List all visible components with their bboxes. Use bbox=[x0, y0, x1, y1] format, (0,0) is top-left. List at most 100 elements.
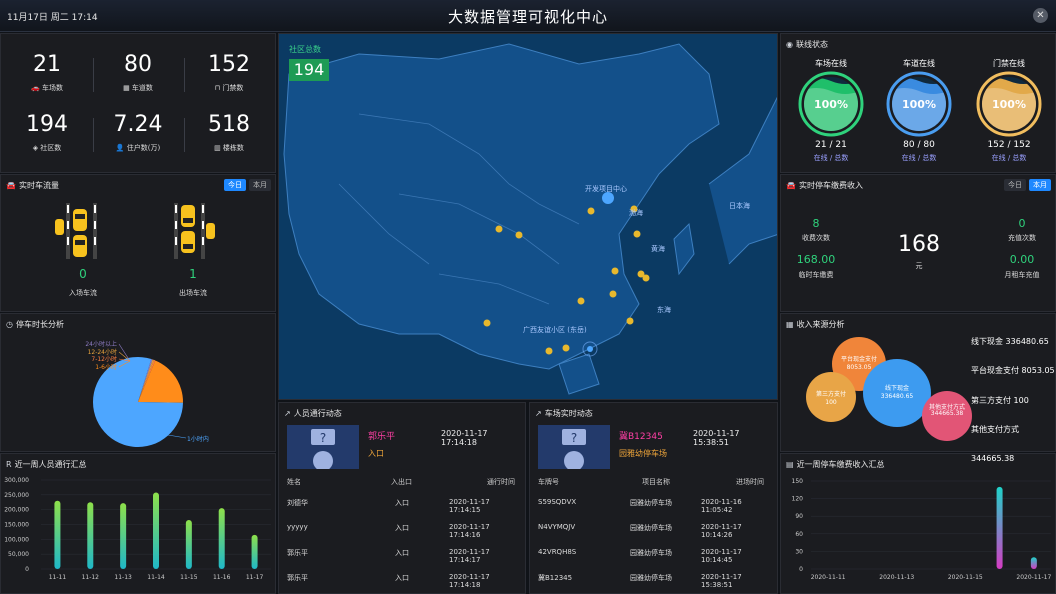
bar[interactable] bbox=[1030, 557, 1037, 569]
bubble-value: 344665.38 bbox=[931, 410, 964, 417]
map-community-dot[interactable] bbox=[495, 225, 503, 233]
cell-time: 2020-11-16 11:05:42 bbox=[701, 498, 742, 514]
network-status-panel: ◉ 联线状态 车场在线 车道在线 门禁在线 100% 100% 100% 21 / 2… bbox=[780, 33, 1056, 173]
duration-panel: ◷ 停车时长分析 24小时以上 12-24小时 7-12小时 1-6小时 1小时内 bbox=[0, 313, 276, 452]
cell-plate: 冀B12345 bbox=[538, 574, 573, 582]
people-feed-panel: ↗ 人员通行动态 ? 郭乐平 入口 2020-11-17 17:14:18 姓名 … bbox=[278, 402, 526, 594]
map-community-dot[interactable] bbox=[515, 231, 523, 239]
map-community-dot[interactable] bbox=[545, 347, 553, 355]
cell-time: 2020-11-17 10:14:45 bbox=[701, 548, 742, 564]
cell-time: 2020-11-17 17:14:17 bbox=[449, 548, 490, 564]
bar[interactable] bbox=[120, 503, 127, 569]
panel-title: ↗ 人员通行动态 bbox=[284, 408, 342, 419]
incoming-count: 0 bbox=[79, 267, 87, 281]
stat-label: 住户数(万) bbox=[126, 144, 161, 152]
column-header: 项目名称 bbox=[642, 478, 670, 486]
latest-plate: 冀B12345 bbox=[619, 432, 663, 442]
gauge-sub: 在线 / 总数 bbox=[813, 154, 849, 162]
map-label: 广西友谊小区 (东岳) bbox=[523, 326, 587, 334]
x-tick-label: 11-14 bbox=[147, 574, 165, 581]
column-header: 车牌号 bbox=[538, 478, 559, 486]
x-tick-label: 11-16 bbox=[213, 574, 231, 581]
map-community-dot[interactable] bbox=[642, 274, 650, 282]
panel-title: ↗ 车场实时动态 bbox=[535, 408, 593, 419]
column-header: 通行时间 bbox=[487, 478, 515, 486]
map-community-dot[interactable] bbox=[611, 267, 619, 275]
panel-title: 🚘 实时停车缴费收入 bbox=[786, 180, 863, 191]
x-tick-label: 2020-11-11 bbox=[811, 574, 846, 581]
parking-feed-panel: ↗ 车场实时动态 ? 冀B12345 园雅幼停车场 2020-11-17 15:3… bbox=[529, 402, 778, 594]
gauge-percent: 100% bbox=[814, 98, 848, 111]
tab-today[interactable]: 今日 bbox=[224, 179, 246, 191]
period-tabs: 今日 本月 bbox=[1004, 179, 1051, 191]
legend-value: 8053.05 bbox=[1021, 366, 1055, 375]
cell-name: 郭乐平 bbox=[287, 574, 308, 582]
weekly-people-panel: R 近一周人员通行汇总 300,000 250,000 200,000 150,000 1… bbox=[0, 453, 276, 594]
china-map[interactable]: 社区总数 194 开发项目中心 日本海 渤海 黄海 东海 广西友谊小区 (东岳) bbox=[278, 33, 778, 400]
stat-buildings: 518 ▥ 楼栋数 bbox=[185, 112, 273, 153]
panel-title: 🚘 实时车流量 bbox=[6, 180, 59, 191]
y-tick-label: 30 bbox=[795, 548, 803, 555]
x-tick-label: 2020-11-17 bbox=[1016, 574, 1051, 581]
cell-direction: 入口 bbox=[395, 524, 409, 532]
bar[interactable] bbox=[251, 534, 258, 569]
y-tick-label: 0 bbox=[25, 566, 29, 573]
x-tick-label: 11-13 bbox=[114, 574, 132, 581]
gauge-percent: 100% bbox=[992, 98, 1026, 111]
car-icon: 🚘 bbox=[6, 181, 16, 190]
map-community-dot[interactable] bbox=[626, 317, 634, 325]
column-header: 进场时间 bbox=[736, 478, 764, 486]
community-total-label: 社区总数 bbox=[289, 45, 321, 54]
monthly-recharge-label: 月租车充值 bbox=[1004, 271, 1040, 279]
bar[interactable] bbox=[185, 520, 192, 569]
svg-text:?: ? bbox=[571, 431, 577, 445]
weekly-revenue-panel: ▤ 近一周停车缴费收入汇总 344665.38 150 120 90 60 30 0 2020… bbox=[780, 453, 1056, 594]
map-community-dot[interactable] bbox=[587, 207, 595, 215]
cell-name: 郭乐平 bbox=[287, 549, 308, 557]
weekly-revenue-bar-chart: 150 120 90 60 30 0 2020-11-11 2020-11-13 2020-11… bbox=[792, 478, 1052, 581]
pie-label: 7-12小时 bbox=[91, 355, 117, 363]
bubble-label: 第三方支付 bbox=[816, 390, 846, 398]
dashboard: 11月17日 周二 17:14 大数据管理可视化中心 ✕ 21 🚗 车场数 80… bbox=[0, 0, 1056, 594]
cell-direction: 入口 bbox=[395, 574, 409, 582]
stat-label: 社区数 bbox=[40, 144, 62, 152]
y-tick-label: 90 bbox=[795, 513, 803, 520]
monthly-recharge: 0.00 bbox=[1009, 253, 1035, 266]
stat-value: 152 bbox=[208, 52, 250, 77]
legend-other-payment: 其他支付方式 bbox=[971, 424, 1019, 435]
stat-communities: 194 ◈ 社区数 bbox=[3, 112, 91, 153]
y-tick-label: 150 bbox=[792, 478, 804, 485]
map-community-dot[interactable] bbox=[562, 344, 570, 352]
tab-month[interactable]: 本月 bbox=[1029, 179, 1051, 191]
map-community-dot[interactable] bbox=[609, 290, 617, 298]
bar[interactable] bbox=[153, 492, 159, 569]
bubble-value: 100 bbox=[825, 399, 837, 406]
map-label: 渤海 bbox=[629, 209, 643, 217]
column-header: 入出口 bbox=[391, 478, 412, 486]
cell-plate: N4VYMQJV bbox=[538, 523, 576, 531]
incoming-label: 入场车流 bbox=[69, 289, 97, 297]
bar[interactable] bbox=[218, 508, 225, 569]
tab-today[interactable]: 今日 bbox=[1004, 179, 1026, 191]
pie-leader-line bbox=[167, 434, 187, 439]
legend-value: 336480.65 bbox=[1005, 337, 1049, 346]
map-community-dot[interactable] bbox=[633, 230, 641, 238]
outgoing-lanes-illustration bbox=[174, 203, 215, 259]
bar[interactable] bbox=[87, 502, 94, 569]
car-icon: 🚘 bbox=[786, 181, 796, 190]
bar[interactable] bbox=[54, 500, 61, 569]
latest-person-time: 2020-11-17 17:14:18 bbox=[441, 429, 488, 447]
map-community-dot[interactable] bbox=[577, 297, 585, 305]
y-tick-label: 60 bbox=[795, 531, 803, 538]
map-community-dot[interactable] bbox=[483, 319, 491, 327]
trend-icon: ↗ bbox=[535, 409, 542, 418]
x-tick-label: 2020-11-15 bbox=[948, 574, 983, 581]
fullscreen-close-icon[interactable]: ✕ bbox=[1033, 8, 1048, 23]
bar[interactable] bbox=[996, 486, 1003, 569]
tab-month[interactable]: 本月 bbox=[249, 179, 271, 191]
legend-platform-cash: 平台现金支付 8053.05 bbox=[971, 365, 1055, 376]
map-shapes bbox=[279, 34, 777, 399]
pie-label: 12-24小时 bbox=[88, 348, 117, 356]
cell-lot: 园雅幼停车场 bbox=[630, 549, 672, 557]
weekly-people-bar-chart: 300,000 250,000 200,000 150,000 100,000 50,00… bbox=[4, 477, 271, 581]
